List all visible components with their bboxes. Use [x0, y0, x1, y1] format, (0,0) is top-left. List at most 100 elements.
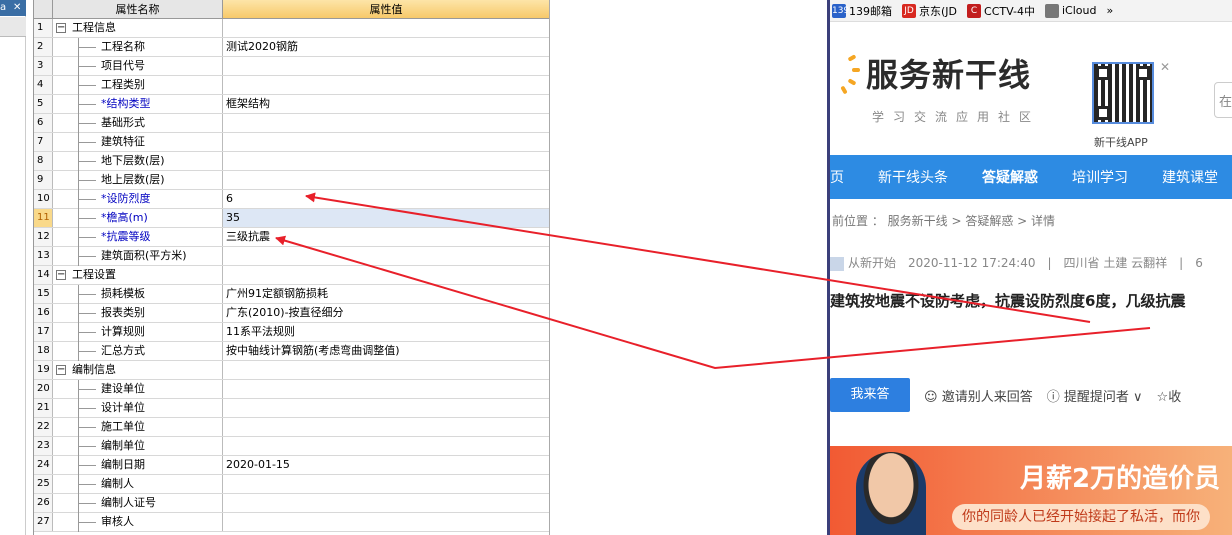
property-name-cell[interactable]: 工程类别 — [53, 76, 223, 95]
property-name-cell[interactable]: 建筑面积(平方米) — [53, 247, 223, 266]
grid-row[interactable]: 17 计算规则 11系平法规则 — [34, 323, 549, 342]
property-name-cell[interactable]: 工程名称 — [53, 38, 223, 57]
property-name-cell[interactable]: *结构类型 — [53, 95, 223, 114]
property-name-cell[interactable]: 审核人 — [53, 513, 223, 532]
property-value-cell[interactable]: 广东(2010)-按直径细分 — [223, 304, 549, 322]
grid-row[interactable]: 5 *结构类型 框架结构 — [34, 95, 549, 114]
property-value-cell[interactable] — [223, 76, 549, 94]
property-value-cell[interactable]: 11系平法规则 — [223, 323, 549, 341]
collapse-icon[interactable]: − — [56, 23, 66, 33]
property-name-cell[interactable]: 汇总方式 — [53, 342, 223, 361]
collect-button[interactable]: ☆收 — [1157, 386, 1182, 405]
property-name-cell[interactable]: 地上层数(层) — [53, 171, 223, 190]
property-value-cell[interactable] — [223, 513, 549, 531]
grid-row[interactable]: 3 项目代号 — [34, 57, 549, 76]
property-name-cell[interactable]: 施工单位 — [53, 418, 223, 437]
property-value-cell[interactable]: 框架结构 — [223, 95, 549, 113]
close-icon[interactable]: ✕ — [13, 0, 21, 16]
nav-item[interactable]: 页 — [830, 167, 844, 187]
collapse-icon[interactable]: − — [56, 270, 66, 280]
property-value-cell[interactable] — [223, 57, 549, 75]
grid-row[interactable]: 25 编制人 — [34, 475, 549, 494]
bookmark-item[interactable]: 139 139邮箱 — [832, 3, 892, 19]
nav-item[interactable]: 培训学习 — [1072, 167, 1128, 187]
property-value-cell[interactable]: 6 — [223, 190, 549, 208]
property-name-cell[interactable]: 损耗模板 — [53, 285, 223, 304]
grid-row[interactable]: 26 编制人证号 — [34, 494, 549, 513]
grid-row[interactable]: 27 审核人 — [34, 513, 549, 532]
nav-item[interactable]: 新干线头条 — [878, 167, 948, 187]
property-name-cell[interactable]: 编制人证号 — [53, 494, 223, 513]
property-name-cell[interactable]: *檐高(m) — [53, 209, 223, 228]
grid-row[interactable]: 21 设计单位 — [34, 399, 549, 418]
property-value-cell[interactable] — [223, 266, 549, 284]
column-header-name[interactable]: 属性名称 — [53, 0, 223, 18]
property-name-cell[interactable]: 报表类别 — [53, 304, 223, 323]
property-name-cell[interactable]: 编制日期 — [53, 456, 223, 475]
remind-button[interactable]: ⓘ 提醒提问者 ∨ — [1047, 386, 1143, 405]
property-name-cell[interactable]: − 编制信息 — [53, 361, 223, 379]
grid-row[interactable]: 15 损耗模板 广州91定额钢筋损耗 — [34, 285, 549, 304]
bookmark-item[interactable]: iCloud — [1044, 3, 1096, 18]
property-value-cell[interactable]: 2020-01-15 — [223, 456, 549, 474]
property-name-cell[interactable]: − 工程设置 — [53, 266, 223, 284]
grid-row[interactable]: 24 编制日期 2020-01-15 — [34, 456, 549, 475]
property-value-cell[interactable] — [223, 437, 549, 455]
grid-row[interactable]: 13 建筑面积(平方米) — [34, 247, 549, 266]
grid-row[interactable]: 19− 编制信息 — [34, 361, 549, 380]
nav-item[interactable]: 建筑课堂 — [1162, 167, 1218, 187]
grid-row[interactable]: 16 报表类别 广东(2010)-按直径细分 — [34, 304, 549, 323]
property-value-cell[interactable]: 三级抗震 — [223, 228, 549, 246]
grid-row[interactable]: 6 基础形式 — [34, 114, 549, 133]
property-value-cell[interactable] — [223, 361, 549, 379]
grid-row[interactable]: 10 *设防烈度 6 — [34, 190, 549, 209]
property-name-cell[interactable]: − 工程信息 — [53, 19, 223, 37]
invite-button[interactable]: ☺ 邀请别人来回答 — [924, 386, 1033, 405]
property-value-cell[interactable]: 35 — [223, 209, 549, 227]
grid-row[interactable]: 12 *抗震等级 三级抗震 — [34, 228, 549, 247]
qr-close-icon[interactable]: ✕ — [1160, 60, 1170, 74]
bookmark-item[interactable]: C CCTV-4中 — [967, 3, 1035, 19]
grid-row[interactable]: 14− 工程设置 — [34, 266, 549, 285]
property-value-cell[interactable] — [223, 152, 549, 170]
collapse-icon[interactable]: − — [56, 365, 66, 375]
answer-button[interactable]: 我来答 — [830, 378, 910, 412]
property-value-cell[interactable] — [223, 171, 549, 189]
property-value-cell[interactable]: 按中轴线计算钢筋(考虑弯曲调整值) — [223, 342, 549, 360]
property-name-cell[interactable]: 编制单位 — [53, 437, 223, 456]
grid-row[interactable]: 22 施工单位 — [34, 418, 549, 437]
grid-row[interactable]: 1− 工程信息 — [34, 19, 549, 38]
author[interactable]: 从新开始 — [830, 243, 896, 283]
property-name-cell[interactable]: 基础形式 — [53, 114, 223, 133]
property-name-cell[interactable]: 计算规则 — [53, 323, 223, 342]
property-name-cell[interactable]: 建设单位 — [53, 380, 223, 399]
property-name-cell[interactable]: 编制人 — [53, 475, 223, 494]
grid-row[interactable]: 9 地上层数(层) — [34, 171, 549, 190]
grid-row[interactable]: 2 工程名称 测试2020钢筋 — [34, 38, 549, 57]
grid-row[interactable]: 4 工程类别 — [34, 76, 549, 95]
nav-item[interactable]: 答疑解惑 — [982, 167, 1038, 187]
grid-row[interactable]: 18 汇总方式 按中轴线计算钢筋(考虑弯曲调整值) — [34, 342, 549, 361]
property-value-cell[interactable]: 测试2020钢筋 — [223, 38, 549, 56]
property-value-cell[interactable]: 广州91定额钢筋损耗 — [223, 285, 549, 303]
property-value-cell[interactable] — [223, 380, 549, 398]
property-name-cell[interactable]: 项目代号 — [53, 57, 223, 76]
property-name-cell[interactable]: *抗震等级 — [53, 228, 223, 247]
grid-row[interactable]: 20 建设单位 — [34, 380, 549, 399]
property-value-cell[interactable] — [223, 247, 549, 265]
property-name-cell[interactable]: 设计单位 — [53, 399, 223, 418]
property-value-cell[interactable] — [223, 133, 549, 151]
search-box[interactable]: 在 — [1214, 82, 1232, 118]
grid-row[interactable]: 23 编制单位 — [34, 437, 549, 456]
ad-banner[interactable]: 月薪2万的造价员 你的同龄人已经开始接起了私活，而你 — [830, 446, 1232, 535]
property-value-cell[interactable] — [223, 475, 549, 493]
property-value-cell[interactable] — [223, 19, 549, 37]
property-name-cell[interactable]: 地下层数(层) — [53, 152, 223, 171]
bookmarks-more-icon[interactable]: » — [1106, 4, 1113, 17]
bookmark-item[interactable]: JD 京东(JD — [902, 3, 957, 19]
grid-row[interactable]: 7 建筑特征 — [34, 133, 549, 152]
property-name-cell[interactable]: *设防烈度 — [53, 190, 223, 209]
property-value-cell[interactable] — [223, 399, 549, 417]
property-name-cell[interactable]: 建筑特征 — [53, 133, 223, 152]
property-value-cell[interactable] — [223, 114, 549, 132]
